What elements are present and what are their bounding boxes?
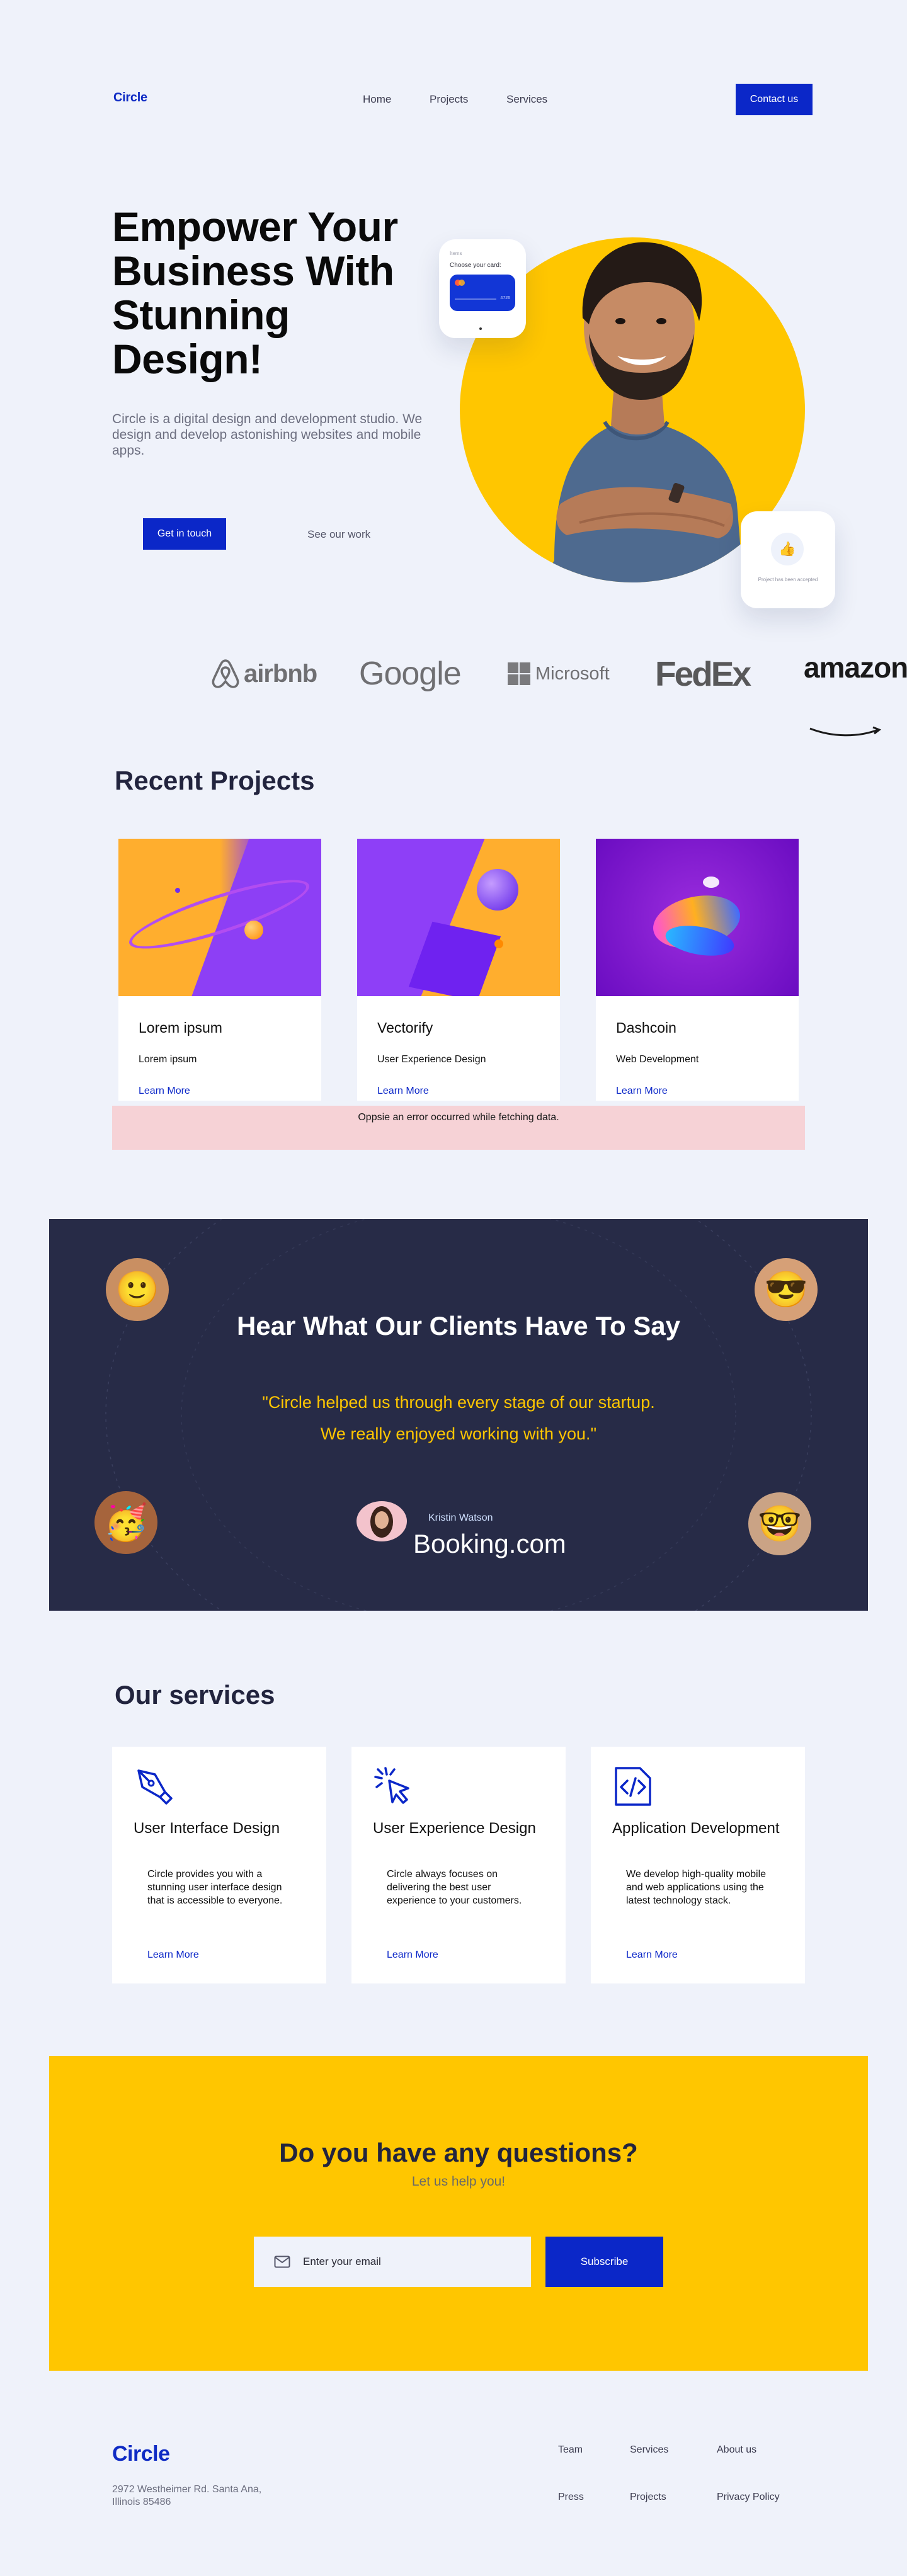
pen-tool-icon [137,1769,173,1805]
author-company: Booking.com [413,1529,566,1558]
project-card[interactable]: Vectorify User Experience Design Learn M… [357,839,560,1101]
contact-us-button[interactable]: Contact us [736,84,813,115]
error-message: Oppsie an error occurred while fetching … [112,1106,805,1150]
footer-link-team[interactable]: Team [558,2444,583,2456]
testimonials-section: Hear What Our Clients Have To Say "Circl… [49,1219,868,1611]
project-title: Vectorify [377,1019,433,1036]
footer-link-projects[interactable]: Projects [630,2492,666,2503]
nav-projects[interactable]: Projects [430,93,468,106]
notification-widget: 👍 Project has been accepted [741,511,835,608]
client-avatar-memoji: 🙂 [106,1258,169,1321]
microsoft-squares-icon [508,662,530,685]
service-description: We develop high-quality mobile and web a… [626,1869,767,1906]
service-description: Circle provides you with a stunning user… [147,1869,283,1906]
cta-title: Do you have any questions? [279,2138,638,2167]
project-learn-more-link[interactable]: Learn More [377,1086,429,1097]
footer-address: 2972 Westheimer Rd. Santa Ana, Illinois … [112,2484,262,2507]
project-title: Lorem ipsum [139,1019,222,1036]
service-card[interactable]: User Experience Design Circle always foc… [351,1747,566,1983]
nav-services[interactable]: Services [506,93,547,106]
code-file-icon [615,1767,651,1806]
project-image-cube [357,839,560,996]
airbnb-wordmark: airbnb [244,659,317,688]
project-title: Dashcoin [616,1019,676,1036]
testimonials-title: Hear What Our Clients Have To Say [236,1311,681,1341]
card-stripe [455,298,496,300]
carousel-dot [479,327,482,330]
testimonial-quote-line2: We really enjoyed working with you." [320,1424,597,1443]
microsoft-wordmark: Microsoft [535,663,610,684]
amazon-smile-icon [809,726,882,737]
email-input[interactable] [303,2255,511,2268]
payment-card-title: Choose your card: [450,262,501,269]
project-card[interactable]: Dashcoin Web Development Learn More [596,839,799,1101]
service-learn-more-link[interactable]: Learn More [147,1949,199,1961]
service-title: User Experience Design [373,1820,536,1837]
hero-title: Empower Your Business With Stunning Desi… [112,203,398,382]
see-our-work-link[interactable]: See our work [307,528,370,541]
nav-home[interactable]: Home [363,93,391,106]
fedex-logo: FedEx [655,654,751,693]
project-image-orbit [118,839,321,996]
service-card[interactable]: Application Development We develop high-… [591,1747,805,1983]
client-avatar-memoji: 🤓 [748,1492,811,1555]
service-title: Application Development [612,1820,780,1837]
services-title: Our services [115,1680,275,1710]
client-avatar-memoji: 🥳 [94,1491,157,1554]
thumbs-up-icon: 👍 [771,533,804,565]
airbnb-logo: airbnb [211,655,317,693]
microsoft-logo: Microsoft [508,655,610,693]
project-learn-more-link[interactable]: Learn More [139,1086,190,1097]
airbnb-icon [212,659,239,688]
project-subtitle: Lorem ipsum [139,1054,197,1065]
cta-subtitle: Let us help you! [411,2174,506,2189]
card-number: 4726 [500,296,510,300]
email-field-container[interactable] [254,2237,531,2287]
newsletter-section: Do you have any questions? Let us help y… [49,2056,868,2371]
author-avatar [357,1501,407,1541]
project-learn-more-link[interactable]: Learn More [616,1086,668,1097]
payment-card-widget: Items Choose your card: 4726 [439,239,526,338]
card-brand-icon-2 [459,280,465,286]
projects-title: Recent Projects [115,766,315,795]
project-subtitle: User Experience Design [377,1054,486,1065]
service-card[interactable]: User Interface Design Circle provides yo… [112,1747,326,1983]
footer-link-services[interactable]: Services [630,2444,668,2456]
credit-card[interactable]: 4726 [450,275,515,311]
subscribe-button[interactable]: Subscribe [545,2237,663,2287]
service-learn-more-link[interactable]: Learn More [626,1949,678,1961]
project-subtitle: Web Development [616,1054,699,1065]
service-description: Circle always focuses on delivering the … [387,1869,522,1906]
mail-icon [274,2255,290,2268]
service-learn-more-link[interactable]: Learn More [387,1949,438,1961]
project-card[interactable]: Lorem ipsum Lorem ipsum Learn More [118,839,321,1101]
cursor-click-icon [374,1767,409,1804]
amazon-logo: amazon [804,651,907,684]
service-title: User Interface Design [134,1820,280,1837]
footer-logo[interactable]: Circle [112,2442,170,2466]
project-image-swirl [596,839,799,996]
client-avatar-memoji: 😎 [755,1258,818,1321]
hero-description: Circle is a digital design and developme… [112,412,423,458]
notification-text: Project has been accepted [758,577,818,582]
footer-link-press[interactable]: Press [558,2492,584,2503]
footer-link-privacy[interactable]: Privacy Policy [717,2492,780,2503]
testimonial-quote-line1: "Circle helped us through every stage of… [262,1393,655,1412]
site-logo[interactable]: Circle [113,91,147,105]
get-in-touch-button[interactable]: Get in touch [143,518,226,550]
google-logo: Google [359,655,462,692]
footer-link-about[interactable]: About us [717,2444,756,2456]
author-name: Kristin Watson [428,1512,493,1523]
payment-card-label: Items [450,251,462,256]
